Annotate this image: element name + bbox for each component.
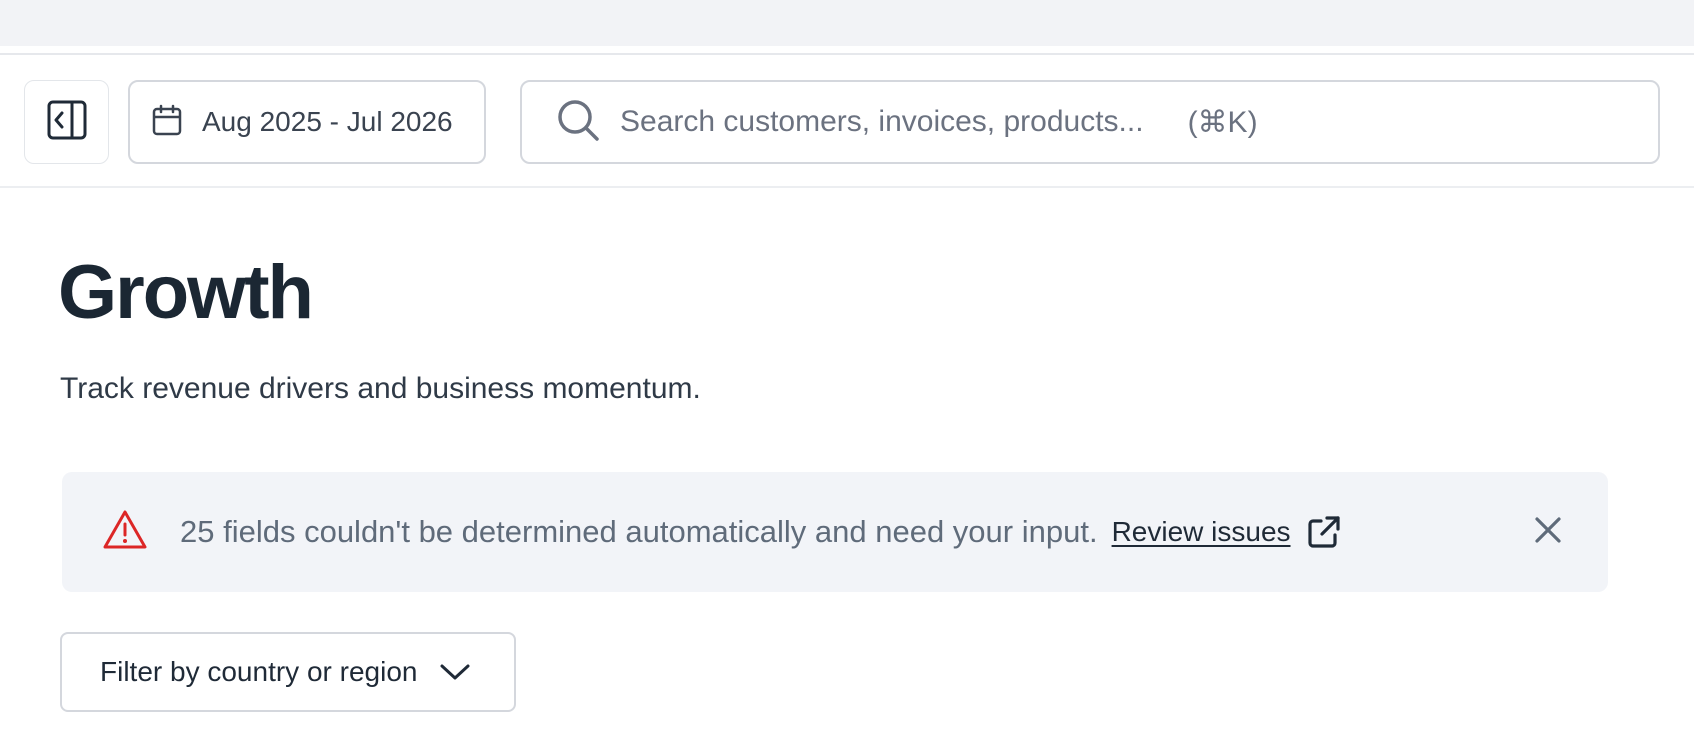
sidebar-toggle-button[interactable]	[24, 80, 109, 164]
filter-label: Filter by country or region	[100, 656, 418, 687]
page-subtitle: Track revenue drivers and business momen…	[60, 372, 701, 405]
divider	[0, 53, 1694, 55]
top-toolbar: Aug 2025 - Jul 2026 Search customers, in…	[0, 56, 1694, 188]
search-icon	[556, 98, 600, 147]
search-input[interactable]: Search customers, invoices, products... …	[520, 80, 1660, 164]
dismiss-alert-button[interactable]	[1528, 512, 1568, 552]
country-region-filter-select[interactable]: Filter by country or region	[60, 632, 516, 712]
warning-triangle-icon	[102, 509, 148, 556]
alert-message: 25 fields couldn't be determined automat…	[180, 514, 1098, 549]
search-placeholder: Search customers, invoices, products...	[620, 105, 1144, 138]
panel-left-collapse-icon	[46, 99, 88, 146]
date-range-picker[interactable]: Aug 2025 - Jul 2026	[128, 80, 486, 164]
external-link-icon[interactable]	[1307, 515, 1341, 549]
review-issues-link[interactable]: Review issues	[1112, 516, 1291, 548]
chevron-down-icon	[439, 662, 471, 682]
search-shortcut-hint: (⌘K)	[1187, 105, 1258, 139]
date-range-label: Aug 2025 - Jul 2026	[202, 106, 453, 137]
warning-alert-banner: 25 fields couldn't be determined automat…	[62, 472, 1608, 592]
calendar-icon	[152, 104, 182, 141]
close-icon	[1534, 516, 1562, 549]
page-title: Growth	[58, 250, 314, 335]
browser-top-strip	[0, 0, 1694, 46]
